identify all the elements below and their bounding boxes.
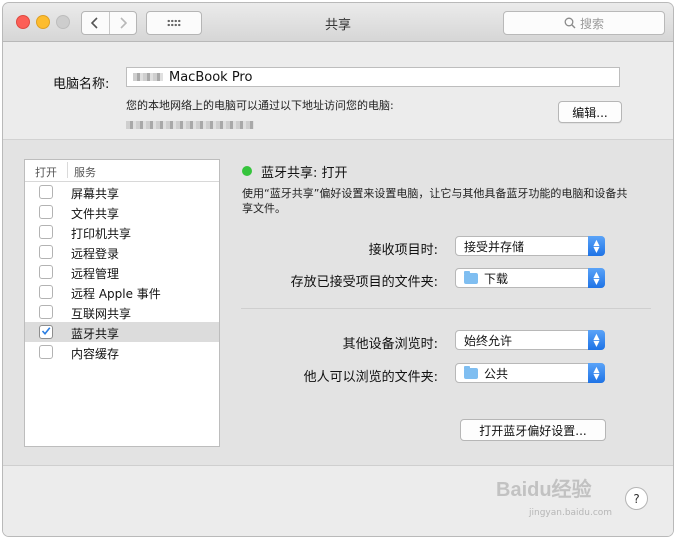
status-indicator	[242, 166, 252, 176]
service-label: 文件共享	[71, 207, 120, 221]
service-label: 屏幕共享	[71, 187, 120, 201]
service-row-printer-sharing[interactable]: 打印机共享	[25, 222, 219, 242]
service-label: 蓝牙共享	[71, 327, 120, 341]
browse-folder-label: 他人可以浏览的文件夹:	[303, 370, 438, 385]
section-divider	[241, 308, 651, 309]
popup-arrows-icon: ▲ ▼	[588, 363, 605, 383]
service-checkbox[interactable]	[39, 345, 53, 359]
preferences-window: 共享 搜索 电脑名称: MacBook Pro 您的本地网络上的电脑可以通过以下…	[3, 3, 673, 536]
service-row-content-caching[interactable]: 内容缓存	[25, 342, 219, 362]
service-row-bluetooth-sharing[interactable]: 蓝牙共享	[25, 322, 219, 342]
service-list-header: 打开 服务	[25, 160, 219, 182]
service-label: 远程管理	[71, 267, 120, 281]
computer-name-section: 电脑名称: MacBook Pro 您的本地网络上的电脑可以通过以下地址访问您的…	[3, 42, 673, 140]
service-checkbox[interactable]	[39, 305, 53, 319]
service-checkbox[interactable]	[39, 265, 53, 279]
popup-value: 下载	[484, 271, 509, 286]
service-row-internet-sharing[interactable]: 互联网共享	[25, 302, 219, 322]
on-column-header: 打开	[35, 166, 57, 179]
folder-icon	[464, 365, 478, 379]
service-checkbox[interactable]	[39, 325, 53, 339]
popup-value: 公共	[484, 366, 509, 381]
browse-folder-popup[interactable]: 公共 ▲ ▼	[455, 363, 605, 383]
search-field[interactable]: 搜索	[503, 11, 665, 35]
computer-name-field[interactable]: MacBook Pro	[126, 67, 620, 87]
local-address-redacted	[126, 114, 254, 133]
save-folder-popup[interactable]: 下载 ▲ ▼	[455, 268, 605, 288]
service-checkbox[interactable]	[39, 285, 53, 299]
service-label: 远程登录	[71, 247, 120, 261]
popup-arrows-icon: ▲ ▼	[588, 330, 605, 350]
service-label: 内容缓存	[71, 347, 120, 361]
browse-popup[interactable]: 始终允许 ▲ ▼	[455, 330, 605, 350]
open-bluetooth-preferences-button[interactable]: 打开蓝牙偏好设置...	[460, 419, 606, 441]
service-label: 互联网共享	[71, 307, 132, 321]
help-button[interactable]: ?	[625, 487, 648, 510]
service-description: 使用“蓝牙共享”偏好设置来设置电脑，让它与其他具备蓝牙功能的电脑和设备共享文件。	[242, 187, 628, 215]
service-checkbox[interactable]	[39, 225, 53, 239]
computer-name-label: 电脑名称:	[53, 77, 110, 92]
titlebar: 共享 搜索	[3, 3, 673, 42]
service-checkbox[interactable]	[39, 185, 53, 199]
search-icon	[564, 17, 576, 29]
browse-label: 其他设备浏览时:	[342, 337, 438, 352]
watermark-url: jingyan.baidu.com	[529, 508, 613, 518]
service-label: 远程 Apple 事件	[71, 287, 161, 301]
service-list: 打开 服务 屏幕共享 文件共享 打印机共享 远程登录 远程管理 远程 Apple…	[24, 159, 220, 447]
service-row-remote-apple-events[interactable]: 远程 Apple 事件	[25, 282, 219, 302]
redacted-text	[133, 73, 163, 81]
popup-value: 接受并存储	[464, 239, 525, 254]
service-checkbox[interactable]	[39, 205, 53, 219]
service-column-header: 服务	[74, 166, 96, 179]
service-row-remote-management[interactable]: 远程管理	[25, 262, 219, 282]
service-checkbox[interactable]	[39, 245, 53, 259]
service-status: 蓝牙共享: 打开	[261, 166, 348, 181]
save-folder-label: 存放已接受项目的文件夹:	[290, 275, 438, 290]
computer-name-value: MacBook Pro	[169, 69, 253, 85]
search-placeholder: 搜索	[579, 16, 604, 31]
folder-icon	[464, 270, 478, 284]
column-divider	[67, 162, 68, 178]
service-row-screen-sharing[interactable]: 屏幕共享	[25, 182, 219, 202]
service-row-remote-login[interactable]: 远程登录	[25, 242, 219, 262]
edit-button[interactable]: 编辑...	[558, 101, 622, 123]
checkmark-icon	[41, 327, 51, 336]
receive-items-label: 接收项目时:	[368, 243, 438, 258]
popup-arrows-icon: ▲ ▼	[588, 268, 605, 288]
service-row-file-sharing[interactable]: 文件共享	[25, 202, 219, 222]
access-description: 您的本地网络上的电脑可以通过以下地址访问您的电脑:	[126, 99, 394, 112]
popup-value: 始终允许	[464, 333, 513, 348]
redacted-address	[126, 121, 254, 129]
popup-arrows-icon: ▲ ▼	[588, 236, 605, 256]
watermark: Baidu经验	[496, 479, 592, 501]
service-label: 打印机共享	[71, 227, 132, 241]
receive-items-popup[interactable]: 接受并存储 ▲ ▼	[455, 236, 605, 256]
